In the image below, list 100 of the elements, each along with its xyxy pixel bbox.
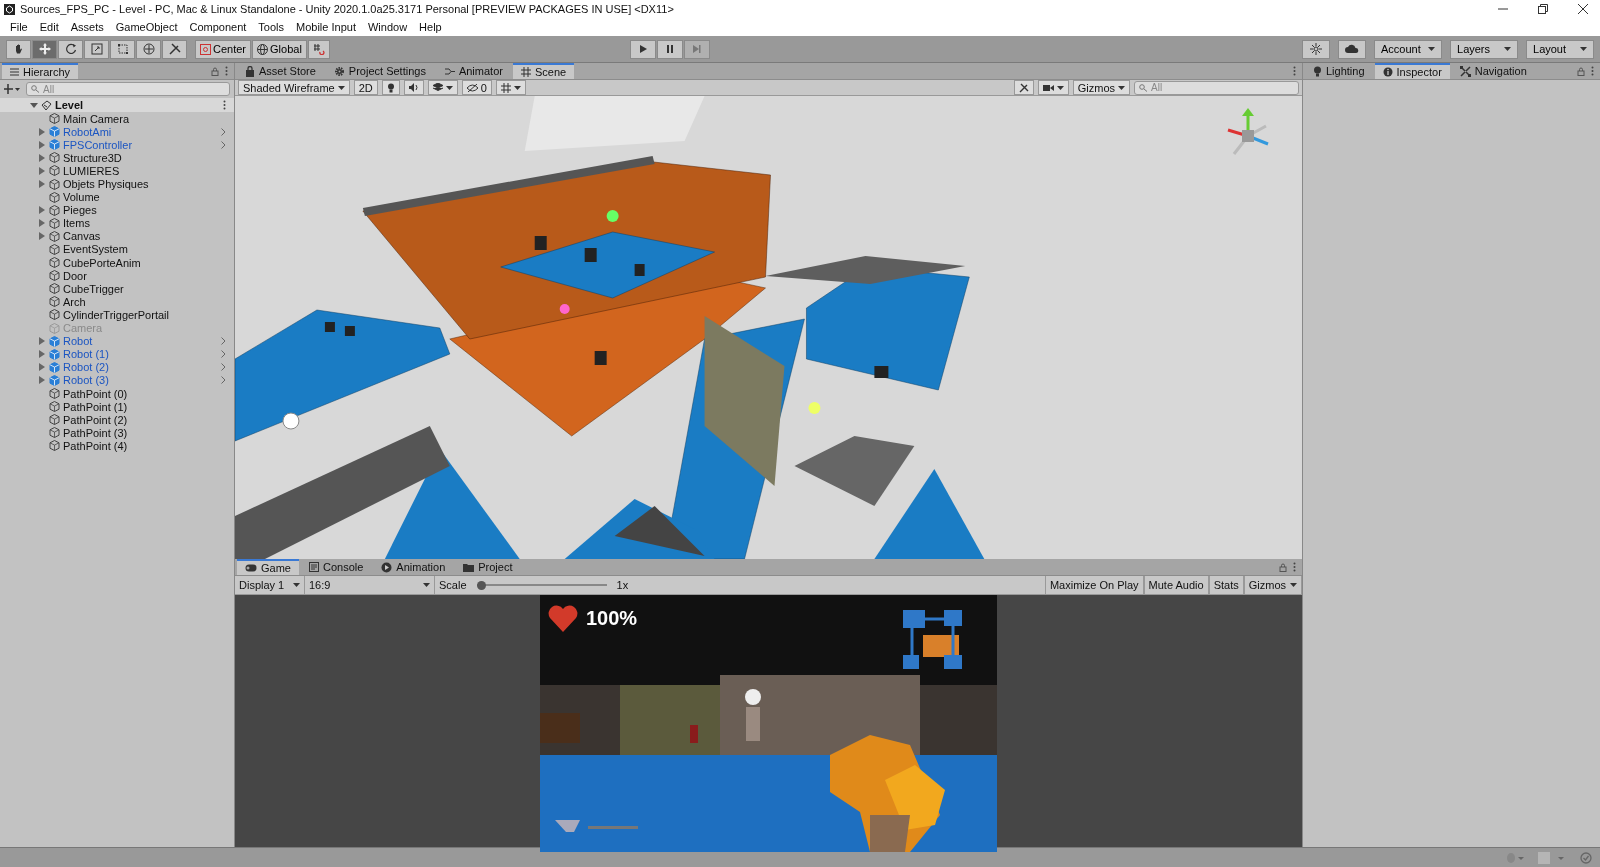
tools-toggle[interactable] bbox=[1013, 80, 1034, 95]
check-circle-icon[interactable] bbox=[1580, 851, 1592, 864]
tree-item[interactable]: Structure3D bbox=[0, 151, 234, 165]
menu-item[interactable]: Component bbox=[183, 21, 253, 33]
search-field[interactable]: All bbox=[26, 82, 230, 96]
game-view-button[interactable]: Mute Audio bbox=[1143, 576, 1209, 594]
gizmos-dropdown[interactable]: Gizmos bbox=[1072, 80, 1130, 95]
audio-toggle[interactable] bbox=[403, 80, 424, 95]
panel-tab[interactable]: Animation bbox=[373, 559, 454, 575]
collab-icon bbox=[1310, 43, 1322, 55]
menu-item[interactable]: File bbox=[4, 21, 34, 33]
menu-item[interactable]: GameObject bbox=[109, 21, 184, 33]
cube-icon bbox=[49, 440, 60, 452]
panel-tab[interactable]: Scene bbox=[512, 63, 575, 79]
more-icon[interactable] bbox=[223, 100, 226, 110]
tool-button[interactable] bbox=[136, 39, 161, 59]
add-icon[interactable] bbox=[4, 84, 20, 94]
playback-button[interactable] bbox=[656, 39, 683, 59]
tree-item[interactable]: CubePorteAnim bbox=[0, 256, 234, 270]
tree-item[interactable]: EventSystem bbox=[0, 242, 234, 257]
grid-dropdown[interactable] bbox=[495, 80, 526, 95]
tree-item[interactable]: PathPoint (0) bbox=[0, 386, 234, 401]
toolbar-button[interactable] bbox=[307, 39, 330, 59]
bulb-icon bbox=[1313, 65, 1322, 77]
tree-item[interactable]: Objets Physiques bbox=[0, 177, 234, 191]
layers-dropdown-icon[interactable] bbox=[1538, 851, 1566, 864]
tree-item[interactable]: Level bbox=[0, 98, 234, 112]
tree-item[interactable]: PathPoint (1) bbox=[0, 400, 234, 414]
tree-item[interactable]: PathPoint (4) bbox=[0, 439, 234, 453]
restore-icon[interactable] bbox=[1538, 4, 1548, 14]
tree-item[interactable]: CylinderTriggerPortail bbox=[0, 308, 234, 322]
hidden-objects-toggle[interactable]: 0 bbox=[461, 80, 492, 95]
dropdown-button[interactable]: Layers bbox=[1450, 39, 1518, 59]
tree-item[interactable]: Pieges bbox=[0, 203, 234, 217]
dropdown-button[interactable]: Layout bbox=[1526, 39, 1594, 59]
menu-item[interactable]: Tools bbox=[252, 21, 291, 33]
slider-thumb[interactable] bbox=[476, 580, 486, 590]
tree-item[interactable]: Main Camera bbox=[0, 112, 234, 126]
tree-item[interactable]: Robot (2) bbox=[0, 360, 234, 374]
game-view-button[interactable]: Maximize On Play bbox=[1044, 576, 1144, 594]
bug-icon[interactable] bbox=[1506, 852, 1524, 863]
more-icon[interactable] bbox=[225, 66, 228, 76]
health-value: 100% bbox=[586, 607, 638, 630]
menu-item[interactable]: Help bbox=[413, 21, 448, 33]
dropdown-button[interactable]: Account bbox=[1374, 39, 1442, 59]
game-view-button[interactable]: Stats bbox=[1208, 576, 1244, 594]
lock-icon[interactable] bbox=[1279, 562, 1287, 572]
tree-item[interactable]: LUMIERES bbox=[0, 164, 234, 178]
more-icon[interactable] bbox=[1293, 66, 1296, 76]
toolbar-button[interactable] bbox=[1302, 39, 1330, 59]
tree-item[interactable]: RobotAmi bbox=[0, 125, 234, 139]
panel-tab[interactable]: Animator bbox=[435, 63, 511, 79]
tree-item[interactable]: Arch bbox=[0, 295, 234, 309]
menu-item[interactable]: Edit bbox=[33, 21, 65, 33]
toolbar-button[interactable] bbox=[1338, 39, 1366, 59]
search-field[interactable]: All bbox=[1134, 80, 1299, 95]
panel-tab[interactable]: Hierarchy bbox=[2, 63, 79, 79]
panel-tab[interactable]: Inspector bbox=[1374, 63, 1450, 79]
tree-item[interactable]: PathPoint (2) bbox=[0, 413, 234, 427]
step-icon bbox=[691, 44, 702, 54]
tool-button[interactable] bbox=[162, 39, 187, 59]
tree-item[interactable]: Volume bbox=[0, 190, 234, 204]
tree-item[interactable]: Door bbox=[0, 269, 234, 283]
camera-dropdown[interactable] bbox=[1037, 80, 1069, 95]
panel-tab[interactable]: Asset Store bbox=[237, 63, 324, 79]
tree-item[interactable]: Robot bbox=[0, 334, 234, 348]
menu-item[interactable]: Window bbox=[361, 21, 414, 33]
expand-arrow-icon[interactable] bbox=[30, 101, 38, 109]
cube-icon bbox=[49, 217, 60, 229]
lighting-toggle[interactable] bbox=[381, 80, 400, 95]
panel-tab[interactable]: Lighting bbox=[1305, 63, 1373, 79]
playback-button[interactable] bbox=[629, 39, 656, 59]
tree-item[interactable]: CubeTrigger bbox=[0, 282, 234, 296]
panel-tab[interactable]: Console bbox=[300, 559, 372, 575]
panel-tab[interactable]: Navigation bbox=[1451, 63, 1535, 79]
menu-item[interactable]: Mobile Input bbox=[290, 21, 362, 33]
effects-dropdown[interactable] bbox=[427, 80, 458, 95]
menu-item[interactable]: Assets bbox=[64, 21, 110, 33]
tree-item[interactable]: FPSController bbox=[0, 138, 234, 152]
toolbar-button[interactable]: Global bbox=[252, 39, 307, 59]
more-icon[interactable] bbox=[1591, 66, 1594, 76]
panel-tab[interactable]: Project Settings bbox=[325, 63, 434, 79]
tree-item[interactable]: Items bbox=[0, 216, 234, 230]
2d-toggle[interactable]: 2D bbox=[353, 80, 378, 95]
more-icon[interactable] bbox=[1293, 562, 1296, 572]
lock-icon[interactable] bbox=[1577, 66, 1585, 76]
toolbar-button[interactable]: Center bbox=[195, 39, 252, 59]
panel-tab[interactable]: Game bbox=[237, 559, 299, 575]
tree-item[interactable]: PathPoint (3) bbox=[0, 426, 234, 440]
tool-button[interactable] bbox=[58, 39, 83, 59]
lock-icon[interactable] bbox=[211, 66, 219, 76]
tree-item[interactable]: Robot (1) bbox=[0, 347, 234, 361]
draw-mode-dropdown[interactable]: Shaded Wireframe bbox=[238, 80, 350, 95]
close-icon[interactable] bbox=[1578, 4, 1588, 14]
panel-tab[interactable]: Project bbox=[455, 559, 521, 575]
tree-item[interactable]: Canvas bbox=[0, 229, 234, 243]
tree-item[interactable]: Robot (3) bbox=[0, 373, 234, 387]
game-view-button[interactable]: Gizmos bbox=[1243, 576, 1302, 594]
tool-button[interactable] bbox=[32, 39, 57, 59]
tool-button[interactable] bbox=[6, 39, 31, 59]
